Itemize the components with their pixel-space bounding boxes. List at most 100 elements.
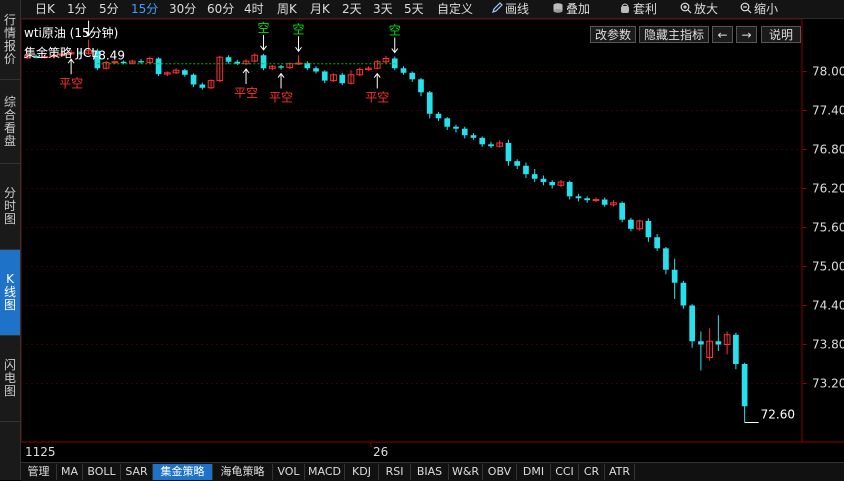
candle-body [592, 199, 600, 202]
candle-body [680, 282, 687, 306]
signal-close-label: 平空 [234, 86, 258, 100]
candle-body [741, 364, 748, 407]
candle-body [575, 196, 582, 199]
arbitrage-button[interactable]: 套利 [619, 1, 657, 17]
candle-body [523, 165, 529, 175]
candle-body [733, 334, 739, 364]
candle-body [155, 58, 162, 75]
sidebar-tab-quotes[interactable]: 行情报价 [0, 0, 20, 80]
signal-open-label: 空 [258, 21, 270, 35]
candle-body [225, 57, 232, 62]
left-sidebar: 行情报价 综合看盘 分时图 K线图 闪电图 [0, 0, 21, 480]
tab-cr[interactable]: CR [579, 464, 605, 480]
y-tick-label: 75.60 [812, 221, 844, 235]
period-weekly[interactable]: 周K [277, 1, 297, 17]
candle-body [260, 55, 267, 69]
candle-body [461, 128, 468, 136]
signal-open-label: 空 [389, 24, 401, 38]
tab-sar[interactable]: SAR [121, 464, 153, 480]
period-1min[interactable]: 1分 [67, 1, 87, 17]
kline-chart[interactable]: 平空 空平空 空平空 空平空 空 78.00 77.40 76.80 76.20 75.60 75… [20, 7, 844, 462]
help-button[interactable]: 说明 [761, 26, 801, 43]
bag-icon [621, 3, 629, 13]
strategy-label: 集金策略 JJCL [24, 46, 98, 60]
period-15min[interactable]: 15分 [131, 1, 158, 17]
sidebar-tab-overview[interactable]: 综合看盘 [0, 80, 20, 164]
tab-dmi[interactable]: DMI [517, 464, 551, 480]
candle-body [540, 178, 547, 182]
period-custom[interactable]: 自定义 [437, 1, 473, 17]
tab-boll[interactable]: BOLL [83, 464, 121, 480]
candle-body [138, 61, 144, 63]
candle-body [435, 113, 442, 119]
next-arrow-button[interactable]: → [736, 26, 757, 43]
period-5min[interactable]: 5分 [99, 1, 119, 17]
candle-body [549, 182, 556, 186]
tab-bias[interactable]: BIAS [411, 464, 449, 480]
draw-line-button[interactable]: 画线 [491, 1, 529, 17]
y-tick-label: 73.20 [812, 377, 844, 391]
tab-vol[interactable]: VOL [273, 464, 305, 480]
tab-rsi[interactable]: RSI [379, 464, 411, 480]
candle-body [418, 79, 424, 93]
period-5day[interactable]: 5天 [404, 1, 424, 17]
candle-body [479, 137, 486, 145]
candle-body [321, 71, 328, 81]
candle-body [470, 135, 477, 138]
period-3day[interactable]: 3天 [373, 1, 393, 17]
period-daily[interactable]: 日K [35, 1, 55, 17]
y-tick-label: 78.00 [812, 65, 844, 79]
edit-params-button[interactable]: 改参数 [590, 26, 636, 43]
candle-body [453, 126, 459, 129]
period-toolbar: 日K 1分 5分 15分 30分 60分 4时 周K 月K 2天 3天 5天 自… [21, 0, 844, 19]
candle-body [190, 74, 197, 85]
period-4hour[interactable]: 4时 [244, 1, 264, 17]
pencil-icon [492, 2, 503, 13]
up-arrow-icon [242, 68, 250, 84]
zoom-out-button[interactable]: 缩小 [740, 1, 778, 17]
tab-jjcl[interactable]: 集金策略 [153, 464, 213, 480]
period-60min[interactable]: 60分 [207, 1, 234, 17]
candle-body [181, 70, 188, 75]
candle-body [566, 182, 573, 197]
tab-macd[interactable]: MACD [305, 464, 345, 480]
signal-open-label: 空 [293, 22, 305, 36]
down-arrow-icon [295, 36, 302, 53]
period-30min[interactable]: 30分 [169, 1, 196, 17]
tab-atr[interactable]: ATR [605, 464, 635, 480]
zoom-out-icon [740, 2, 752, 14]
candle-body [654, 237, 660, 249]
candle-body [645, 221, 652, 238]
candle-body [339, 74, 346, 84]
tab-manage[interactable]: 管理 [21, 464, 57, 480]
candle-body [488, 144, 494, 147]
up-arrow-icon [373, 72, 381, 89]
x-tick-label: 1125 [25, 445, 56, 459]
prev-arrow-button[interactable]: ← [712, 26, 733, 43]
tab-cci[interactable]: CCI [551, 464, 579, 480]
tab-kdj[interactable]: KDJ [345, 464, 379, 480]
tab-obv[interactable]: OBV [483, 464, 517, 480]
candle-body [619, 202, 626, 220]
candle-body [278, 66, 284, 68]
sidebar-tab-flash[interactable]: 闪电图 [0, 336, 20, 422]
hide-indicator-button[interactable]: 隐藏主指标 [639, 26, 709, 43]
zoom-in-button[interactable]: 放大 [680, 1, 718, 17]
period-2day[interactable]: 2天 [342, 1, 362, 17]
candle-body [409, 72, 416, 80]
y-tick-label: 74.40 [812, 299, 844, 313]
candle-body [505, 143, 512, 162]
zoom-in-icon [680, 2, 692, 14]
candle-body [584, 198, 591, 201]
down-arrow-icon [391, 37, 399, 54]
sidebar-tab-timeshare[interactable]: 分时图 [0, 164, 20, 250]
overlay-button[interactable]: 叠加 [552, 1, 590, 17]
period-monthly[interactable]: 月K [310, 1, 330, 17]
tab-ma[interactable]: MA [57, 464, 83, 480]
up-arrow-icon [67, 58, 75, 75]
sidebar-tab-kline[interactable]: K线图 [0, 250, 20, 336]
kline-chart-svg: 平空 空平空 空平空 空平空 空 78.00 77.40 76.80 76.20 75.60 75… [20, 7, 844, 459]
tab-wr[interactable]: W&R [449, 464, 483, 480]
tab-turtle[interactable]: 海龟策略 [213, 464, 273, 480]
candle-body [426, 92, 433, 114]
